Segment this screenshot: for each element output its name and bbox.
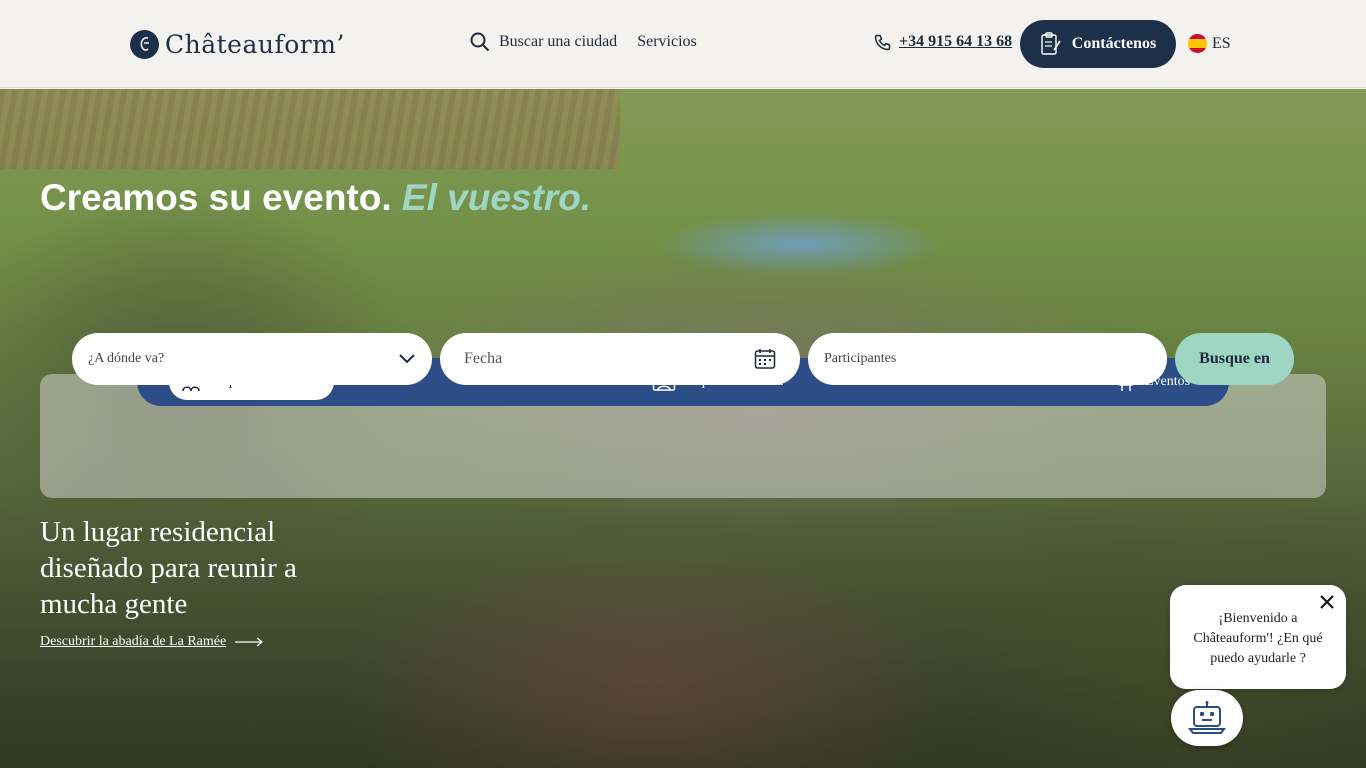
robot-laptop-icon <box>1188 701 1226 734</box>
calendar-icon <box>754 349 776 369</box>
slide-link-label: Descubrir la abadía de La Ramée <box>40 634 227 649</box>
participants-field[interactable]: Participantes <box>808 333 1167 385</box>
hero-section: Creamos su evento. El vuestro. Paquete R… <box>0 89 1366 768</box>
chateauform-logo[interactable]: Châteauform’ <box>130 28 345 60</box>
date-placeholder: Fecha <box>464 350 503 367</box>
chevron-down-icon <box>399 354 415 364</box>
contact-button-label: Contáctenos <box>1071 35 1157 52</box>
destination-placeholder: ¿A dónde va? <box>88 351 165 366</box>
phone-icon <box>874 34 891 50</box>
contact-button[interactable]: Contáctenos <box>1020 20 1176 68</box>
clipboard-icon <box>1041 32 1061 55</box>
search-submit-button[interactable]: Busque en <box>1175 333 1294 385</box>
hero-title-main: Creamos su evento. <box>40 177 392 218</box>
arrow-right-icon <box>235 637 264 647</box>
hero-title: Creamos su evento. El vuestro. <box>40 177 591 219</box>
nav-search-city[interactable]: Buscar una ciudad <box>470 32 617 52</box>
phone-number: +34 915 64 13 68 <box>899 33 1013 50</box>
chatbot-button[interactable] <box>1171 690 1243 746</box>
language-code: ES <box>1212 34 1231 52</box>
nav-services-label: Servicios <box>637 33 697 50</box>
slide-title: Un lugar residencial diseñado para reuni… <box>40 516 297 620</box>
destination-select[interactable]: ¿A dónde va? <box>72 333 432 385</box>
site-header: Châteauform’ Buscar una ciudad Servicios… <box>0 0 1366 88</box>
slide-discover-link[interactable]: Descubrir la abadía de La Ramée <box>40 634 264 650</box>
spain-flag-icon <box>1188 34 1207 53</box>
logo-text: Châteauform’ <box>165 29 345 59</box>
chat-message: ¡Bienvenido a Châteauform'! ¿En qué pued… <box>1193 611 1323 666</box>
logo-mark-icon <box>130 29 159 59</box>
hero-title-accent: El vuestro. <box>401 177 592 218</box>
date-field[interactable]: Fecha <box>440 333 800 385</box>
search-icon <box>470 32 490 52</box>
nav-search-city-label: Buscar una ciudad <box>499 33 618 50</box>
participants-placeholder: Participantes <box>824 351 897 366</box>
main-nav: Buscar una ciudad Servicios <box>470 32 697 52</box>
language-selector[interactable]: ES <box>1188 34 1231 53</box>
chat-bubble: ¡Bienvenido a Châteauform'! ¿En qué pued… <box>1170 585 1346 689</box>
nav-services[interactable]: Servicios <box>637 33 697 51</box>
phone-link[interactable]: +34 915 64 13 68 <box>874 33 1012 51</box>
